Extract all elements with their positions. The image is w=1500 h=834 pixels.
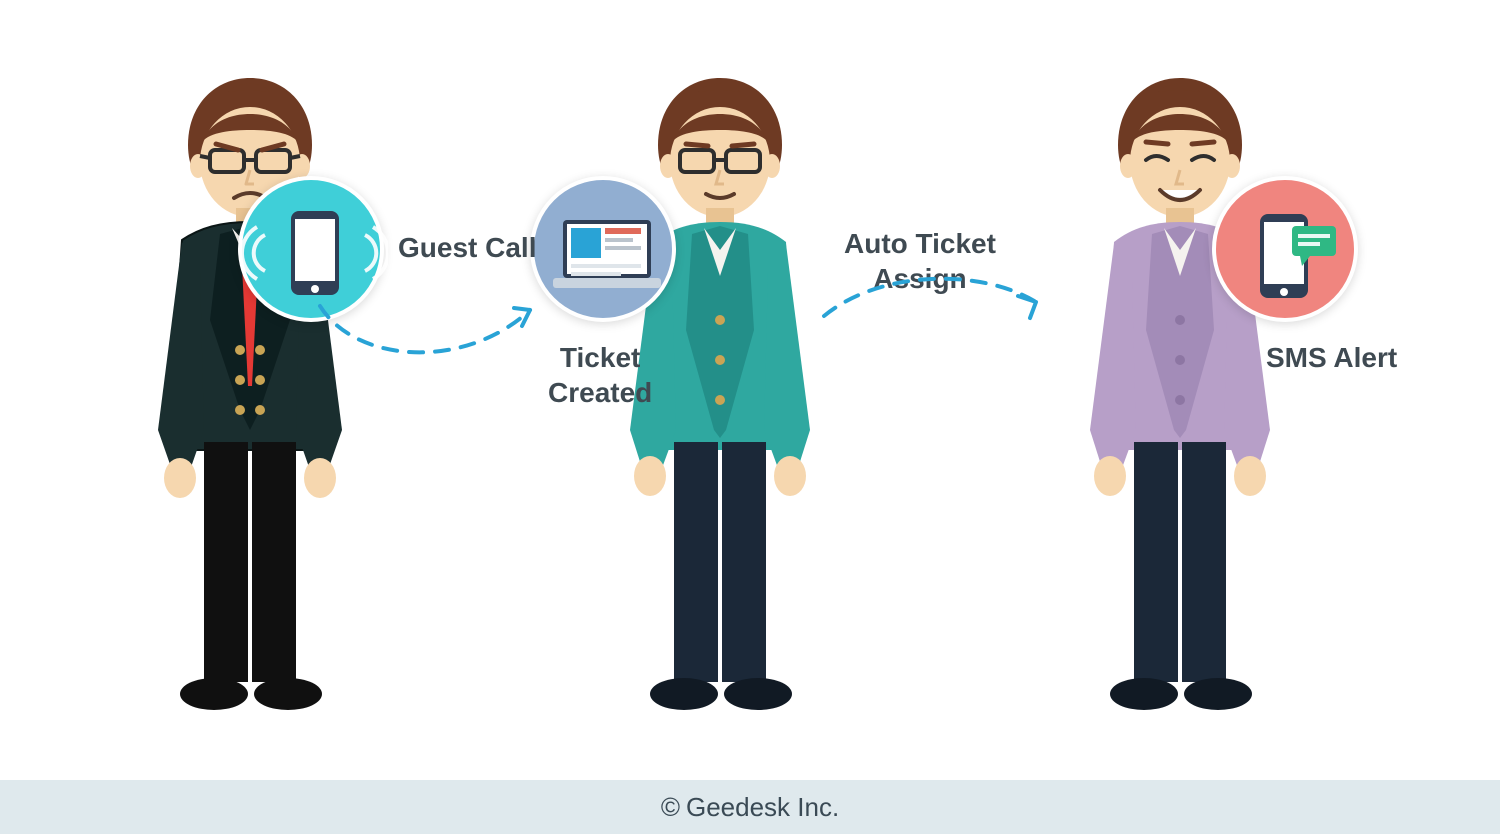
- footer-bar: © Geedesk Inc.: [0, 780, 1500, 834]
- label-guest-call: Guest Call: [398, 230, 536, 265]
- copyright-symbol: ©: [661, 792, 680, 823]
- phone-ringing-icon: [238, 176, 384, 322]
- person-guest: [110, 70, 390, 730]
- label-auto-assign: Auto Ticket Assign: [844, 226, 996, 296]
- label-ticket-created: Ticket Created: [548, 340, 652, 410]
- person-staff: [1040, 70, 1320, 730]
- sms-alert-icon: [1212, 176, 1358, 322]
- footer-text: Geedesk Inc.: [686, 792, 839, 823]
- label-sms-alert: SMS Alert: [1266, 340, 1397, 375]
- diagram-stage: Guest Call Ticket Created Auto Ticket As…: [20, 0, 1480, 780]
- laptop-ticket-icon: [530, 176, 676, 322]
